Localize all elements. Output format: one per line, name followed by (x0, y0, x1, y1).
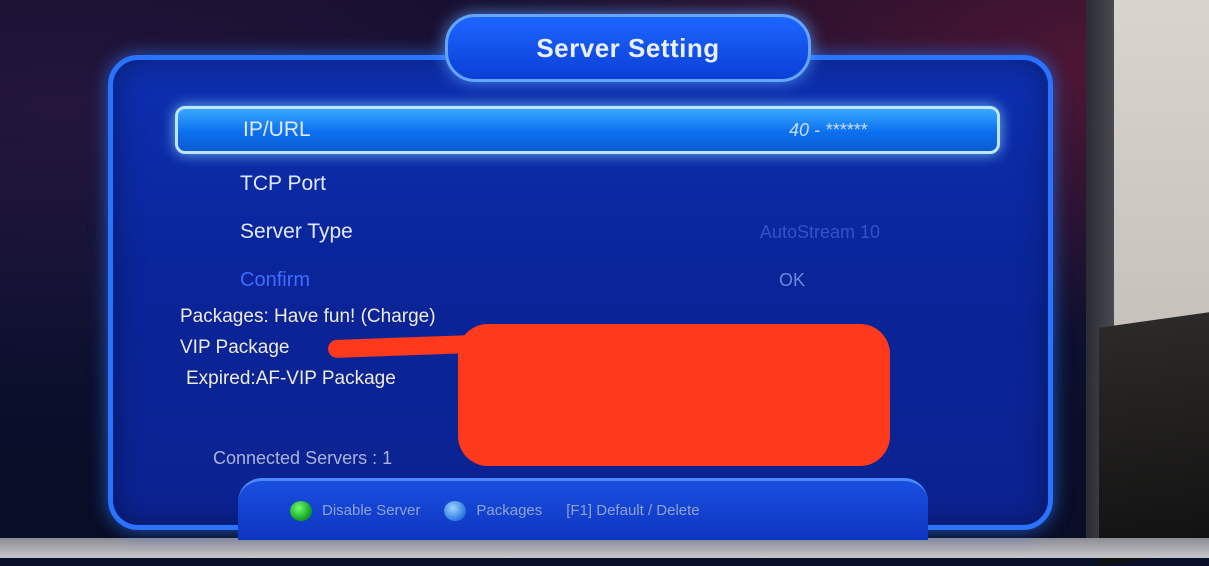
menu-item-label: IP/URL (243, 118, 311, 141)
confirm-ok-value: OK (778, 269, 805, 290)
redaction-block (458, 324, 890, 466)
menu-item-server-type[interactable]: Server Type AutoStream 10 (175, 210, 1000, 254)
f1-default-delete-hint[interactable]: [F1] Default / Delete (566, 502, 699, 519)
menu-item-value: AutoStream 10 (759, 221, 880, 242)
disable-server-hint[interactable]: Disable Server (322, 502, 420, 519)
vip-package-text: VIP Package (180, 337, 290, 358)
footer-hint-bar: Disable Server Packages [F1] Default / D… (238, 478, 928, 540)
menu-item-ip-url[interactable]: IP/URL 40 - ****** (175, 106, 1000, 154)
menu-item-confirm[interactable]: Confirm OK (175, 258, 1000, 302)
menu-item-label: TCP Port (240, 172, 326, 195)
connected-servers-text: Connected Servers : 1 (213, 448, 393, 468)
menu-item-label: Server Type (240, 220, 353, 243)
menu-item-tcp-port[interactable]: TCP Port (175, 162, 1000, 206)
menu-item-label: Confirm (240, 268, 311, 291)
packages-hint[interactable]: Packages (476, 502, 542, 519)
blue-key-icon (444, 500, 467, 521)
page-title: Server Setting (536, 32, 720, 63)
tv-bezel-bottom (0, 538, 1209, 558)
menu-item-value: 40 - ****** (788, 119, 867, 140)
packages-text: Packages: Have fun! (Charge) (180, 306, 436, 327)
green-key-icon (290, 500, 312, 521)
title-tab: Server Setting (445, 14, 811, 82)
shelf (1099, 312, 1209, 566)
expired-package-text: Expired:AF-VIP Package (186, 368, 396, 389)
